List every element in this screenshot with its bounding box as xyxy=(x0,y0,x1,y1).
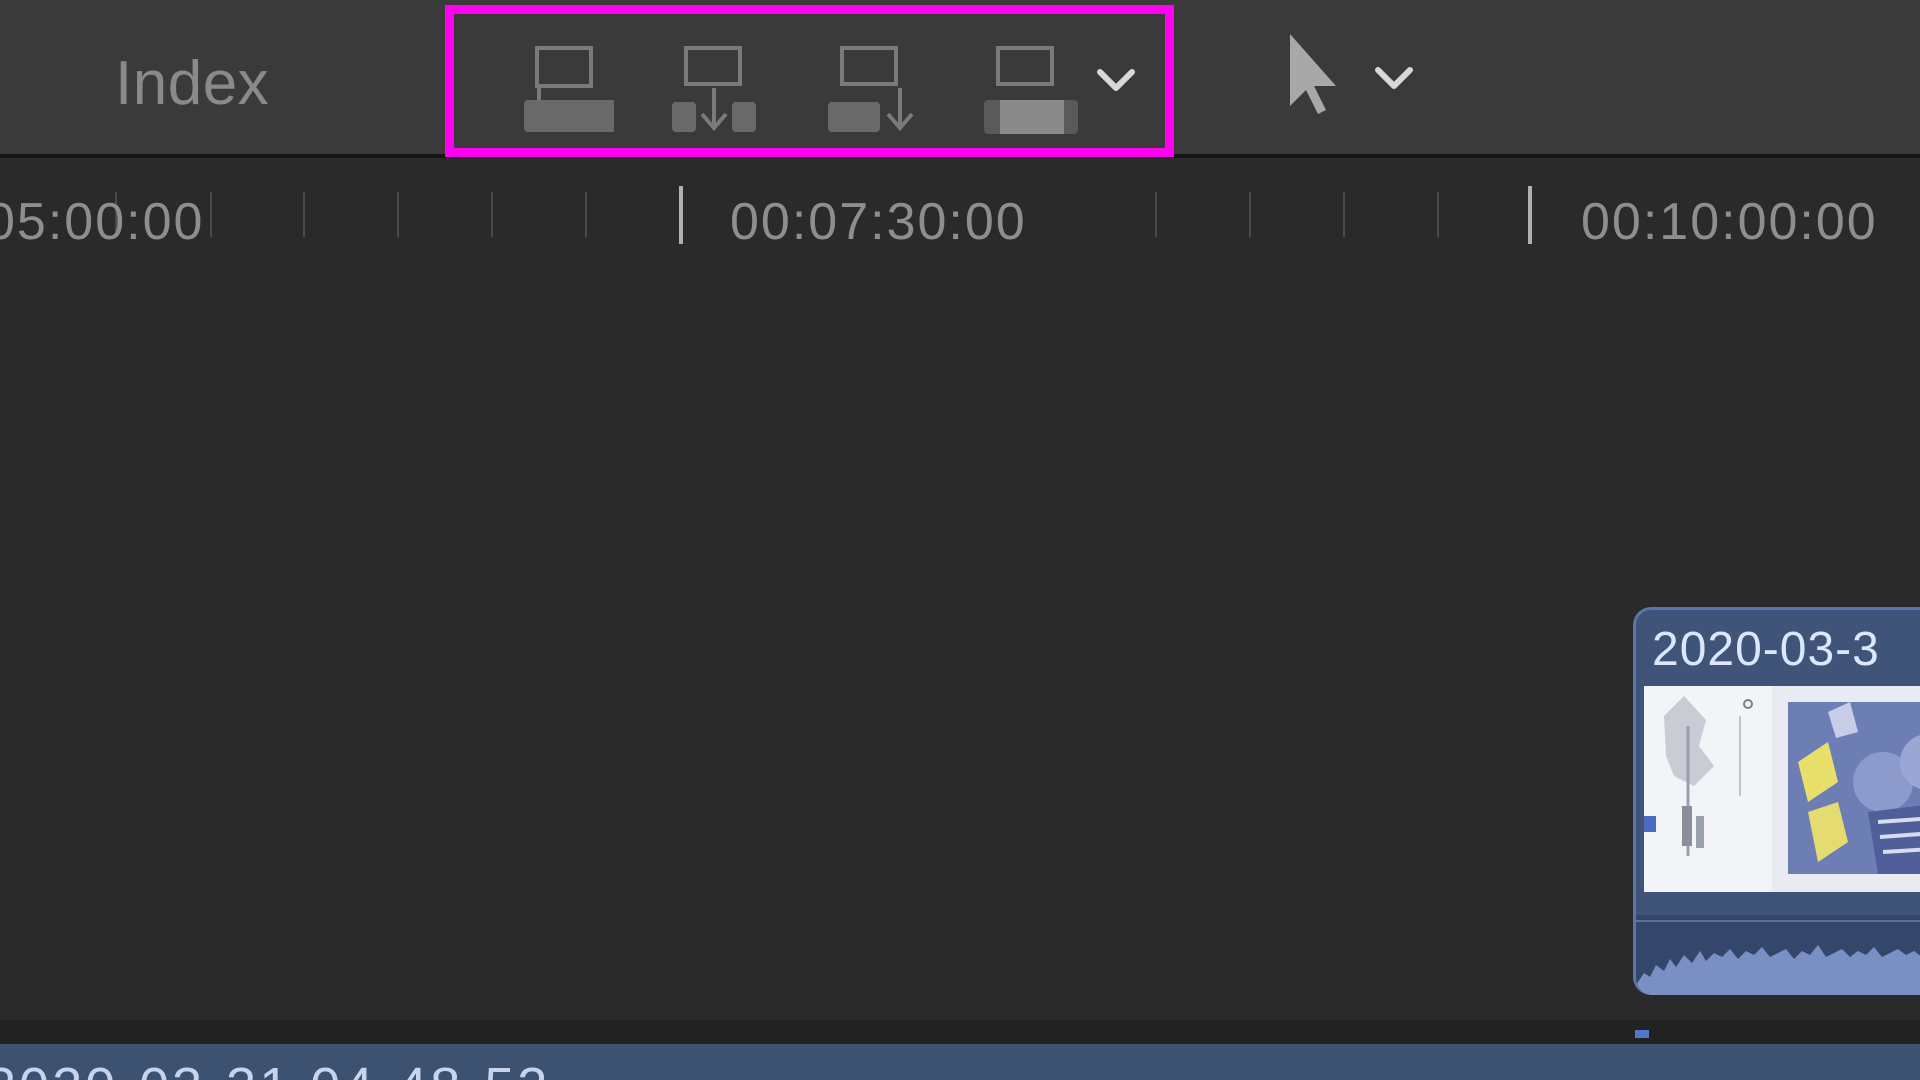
ruler-tick xyxy=(1155,192,1157,237)
index-button[interactable]: Index xyxy=(115,48,269,119)
primary-storyline-clip[interactable]: 2020-03-31 04-48-53 xyxy=(0,1044,1920,1080)
ruler-tick xyxy=(303,192,305,237)
clip-thumbnail xyxy=(1644,686,1772,892)
insert-clip-button[interactable] xyxy=(658,36,768,146)
select-tool-button[interactable] xyxy=(1280,28,1350,128)
ruler-timecode: 00:10:00:00 xyxy=(1581,193,1878,251)
edit-options-menu[interactable] xyxy=(1094,64,1138,98)
append-clip-icon xyxy=(814,36,924,146)
ruler-tick xyxy=(1249,192,1251,237)
overwrite-clip-icon xyxy=(970,36,1080,146)
ruler-tick-major xyxy=(679,186,683,244)
clip-title: 2020-03-3 xyxy=(1652,623,1880,676)
ruler-tick xyxy=(1437,192,1439,237)
connect-clip-button[interactable] xyxy=(504,36,614,146)
ruler-timecode: 05:00:00 xyxy=(0,193,205,251)
connect-clip-icon xyxy=(504,36,614,146)
chevron-down-icon xyxy=(1372,62,1416,96)
timeline-toolbar: Index xyxy=(0,0,1920,158)
timeline-ruler[interactable]: 05:00:00 00:07:30:00 00:10:00:00 xyxy=(0,162,1920,262)
timeline-track-area[interactable] xyxy=(0,262,1920,1020)
chevron-down-icon xyxy=(1094,64,1138,98)
ruler-tick xyxy=(210,192,212,237)
ruler-tick xyxy=(1343,192,1345,237)
append-clip-button[interactable] xyxy=(814,36,924,146)
timeline-window: Index 05:00:00 00:07:30:00 00:10:00:00 2… xyxy=(0,0,1920,1080)
clip-range-marker xyxy=(1635,1030,1649,1038)
ruler-tick xyxy=(397,192,399,237)
clip-thumbnail xyxy=(1772,686,1920,892)
arrow-pointer-icon xyxy=(1280,34,1340,122)
timeline-clip[interactable]: 2020-03-3 xyxy=(1633,607,1920,995)
bottom-clip-name: 2020-03-31 04-48-53 xyxy=(0,1056,550,1080)
tool-options-menu[interactable] xyxy=(1372,62,1416,96)
ruler-tick-major xyxy=(1528,186,1532,244)
ruler-tick xyxy=(491,192,493,237)
clip-audio-waveform xyxy=(1636,915,1920,995)
edit-buttons-highlight xyxy=(445,5,1174,157)
ruler-timecode: 00:07:30:00 xyxy=(730,193,1027,251)
insert-clip-icon xyxy=(658,36,768,146)
overwrite-clip-button[interactable] xyxy=(970,36,1080,146)
ruler-tick xyxy=(585,192,587,237)
timeline-index-strip xyxy=(0,1020,1920,1044)
